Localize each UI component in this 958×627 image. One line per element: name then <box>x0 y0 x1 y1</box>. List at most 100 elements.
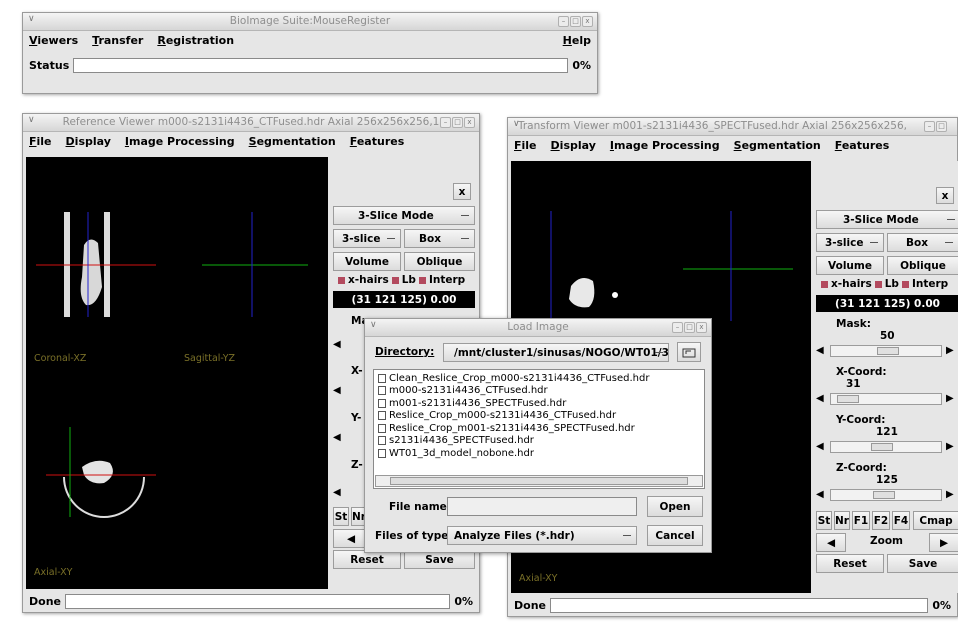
minimize-icon[interactable]: – <box>924 121 935 132</box>
f4-button[interactable]: F4 <box>892 511 910 530</box>
menu-file[interactable]: File <box>514 139 537 155</box>
menu-registration[interactable]: Registration <box>157 34 234 50</box>
slice-select[interactable]: 3-slice <box>333 229 401 248</box>
menu-features[interactable]: Features <box>350 135 404 151</box>
file-item-label: Reslice_Crop_m000-s2131i4436_CTFused.hdr <box>389 410 617 422</box>
ref-image-viewport[interactable]: Coronal-XZ Sagittal-YZ Axial-XY <box>26 157 328 589</box>
xhairs-checkbox[interactable] <box>821 280 828 288</box>
zoom-in-button[interactable]: ▶ <box>929 533 958 552</box>
menu-display[interactable]: Display <box>66 135 111 151</box>
file-item[interactable]: m000-s2131i4436_CTFused.hdr <box>374 385 704 398</box>
directory-select[interactable]: /mnt/cluster1/sinusas/NOGO/WT01/3d <box>443 343 669 362</box>
maximize-icon[interactable]: □ <box>570 16 581 27</box>
file-item[interactable]: WT01_3d_model_nobone.hdr <box>374 447 704 460</box>
file-item[interactable]: s2131i4436_SPECTFused.hdr <box>374 435 704 448</box>
st-button[interactable]: St <box>333 507 349 526</box>
y-left-arrow[interactable]: ◀ <box>816 441 824 453</box>
volume-button[interactable]: Volume <box>333 252 401 271</box>
menu-segmentation[interactable]: Segmentation <box>734 139 821 155</box>
box-select[interactable]: Box <box>404 229 475 248</box>
y-coord-value: 121 <box>876 426 898 438</box>
menu-help[interactable]: Help <box>563 34 591 50</box>
tv-status-row: Done 0% <box>508 595 957 615</box>
file-item[interactable]: Clean_Reslice_Crop_m000-s2131i4436_CTFus… <box>374 372 704 385</box>
mask-slider-thumb[interactable] <box>877 347 899 355</box>
tv-progress-percent: 0% <box>932 598 951 612</box>
x-left-arrow[interactable]: ◀ <box>333 385 341 397</box>
menu-image-processing[interactable]: Image Processing <box>610 139 720 155</box>
mask-left-arrow[interactable]: ◀ <box>333 339 341 351</box>
interp-checkbox[interactable] <box>901 280 909 288</box>
panel-close-button[interactable]: x <box>936 187 954 204</box>
mask-right-arrow[interactable]: ▶ <box>946 345 954 357</box>
menu-segmentation[interactable]: Segmentation <box>249 135 336 151</box>
minimize-icon[interactable]: – <box>672 322 683 333</box>
menu-features[interactable]: Features <box>835 139 889 155</box>
nr-button[interactable]: Nr <box>834 511 850 530</box>
open-button[interactable]: Open <box>647 496 703 517</box>
tv-titlebar[interactable]: ∨ Transform Viewer m001-s2131i4436_SPECT… <box>508 118 957 136</box>
close-icon[interactable]: x <box>464 117 475 128</box>
x-slider-thumb[interactable] <box>837 395 859 403</box>
menu-image-processing[interactable]: Image Processing <box>125 135 235 151</box>
menu-file[interactable]: File <box>29 135 52 151</box>
file-list-hscrollbar[interactable] <box>375 475 703 487</box>
reset-button[interactable]: Reset <box>816 554 884 573</box>
oblique-button[interactable]: Oblique <box>404 252 475 271</box>
mask-slider[interactable] <box>830 345 942 357</box>
minimize-icon[interactable]: – <box>440 117 451 128</box>
file-list-scroll-thumb[interactable] <box>390 477 688 485</box>
f1-button[interactable]: F1 <box>852 511 870 530</box>
menu-display[interactable]: Display <box>551 139 596 155</box>
interp-checkbox[interactable] <box>418 276 426 284</box>
xhairs-checkbox[interactable] <box>338 276 345 284</box>
f2-button[interactable]: F2 <box>872 511 890 530</box>
lb-checkbox[interactable] <box>874 280 882 288</box>
close-icon[interactable]: x <box>582 16 593 27</box>
panel-close-button[interactable]: x <box>453 183 471 200</box>
slice-mode-select[interactable]: 3-Slice Mode <box>333 206 475 225</box>
save-button[interactable]: Save <box>887 554 958 573</box>
filetype-select[interactable]: Analyze Files (*.hdr) <box>447 526 637 545</box>
volume-button[interactable]: Volume <box>816 256 884 275</box>
menu-viewers[interactable]: Viewers <box>29 34 78 50</box>
maximize-icon[interactable]: □ <box>936 121 947 132</box>
status-field <box>73 57 569 73</box>
z-slider[interactable] <box>830 489 942 501</box>
y-slider-thumb[interactable] <box>871 443 893 451</box>
y-right-arrow[interactable]: ▶ <box>946 441 954 453</box>
y-slider[interactable] <box>830 441 942 453</box>
ref-titlebar[interactable]: ∨ Reference Viewer m000-s2131i4436_CTFus… <box>23 114 479 132</box>
dialog-titlebar[interactable]: ∨ Load Image – □ x <box>365 319 711 337</box>
file-item[interactable]: m001-s2131i4436_SPECTFused.hdr <box>374 397 704 410</box>
file-item[interactable]: Reslice_Crop_m000-s2131i4436_CTFused.hdr <box>374 410 704 423</box>
cancel-button[interactable]: Cancel <box>647 525 703 546</box>
lb-checkbox[interactable] <box>391 276 399 284</box>
y-left-arrow[interactable]: ◀ <box>333 432 341 444</box>
oblique-button[interactable]: Oblique <box>887 256 958 275</box>
st-button[interactable]: St <box>816 511 832 530</box>
minimize-icon[interactable]: – <box>558 16 569 27</box>
main-titlebar[interactable]: ∨ BioImage Suite:MouseRegister – □ x <box>23 13 597 31</box>
x-right-arrow[interactable]: ▶ <box>946 393 954 405</box>
file-item[interactable]: Reslice_Crop_m001-s2131i4436_SPECTFused.… <box>374 422 704 435</box>
cmap-button[interactable]: Cmap <box>913 511 958 530</box>
z-slider-thumb[interactable] <box>873 491 895 499</box>
mask-left-arrow[interactable]: ◀ <box>816 345 824 357</box>
maximize-icon[interactable]: □ <box>684 322 695 333</box>
x-left-arrow[interactable]: ◀ <box>816 393 824 405</box>
zoom-out-button[interactable]: ◀ <box>816 533 846 552</box>
file-list[interactable]: Clean_Reslice_Crop_m000-s2131i4436_CTFus… <box>373 369 705 489</box>
box-select[interactable]: Box <box>887 233 958 252</box>
maximize-icon[interactable]: □ <box>452 117 463 128</box>
z-left-arrow[interactable]: ◀ <box>333 487 341 499</box>
z-right-arrow[interactable]: ▶ <box>946 489 954 501</box>
close-icon[interactable]: x <box>696 322 707 333</box>
z-left-arrow[interactable]: ◀ <box>816 489 824 501</box>
slice-select[interactable]: 3-slice <box>816 233 884 252</box>
x-slider[interactable] <box>830 393 942 405</box>
slice-mode-select[interactable]: 3-Slice Mode <box>816 210 958 229</box>
parent-folder-button[interactable] <box>677 342 701 362</box>
menu-transfer[interactable]: Transfer <box>92 34 143 50</box>
filename-input[interactable] <box>447 497 637 516</box>
